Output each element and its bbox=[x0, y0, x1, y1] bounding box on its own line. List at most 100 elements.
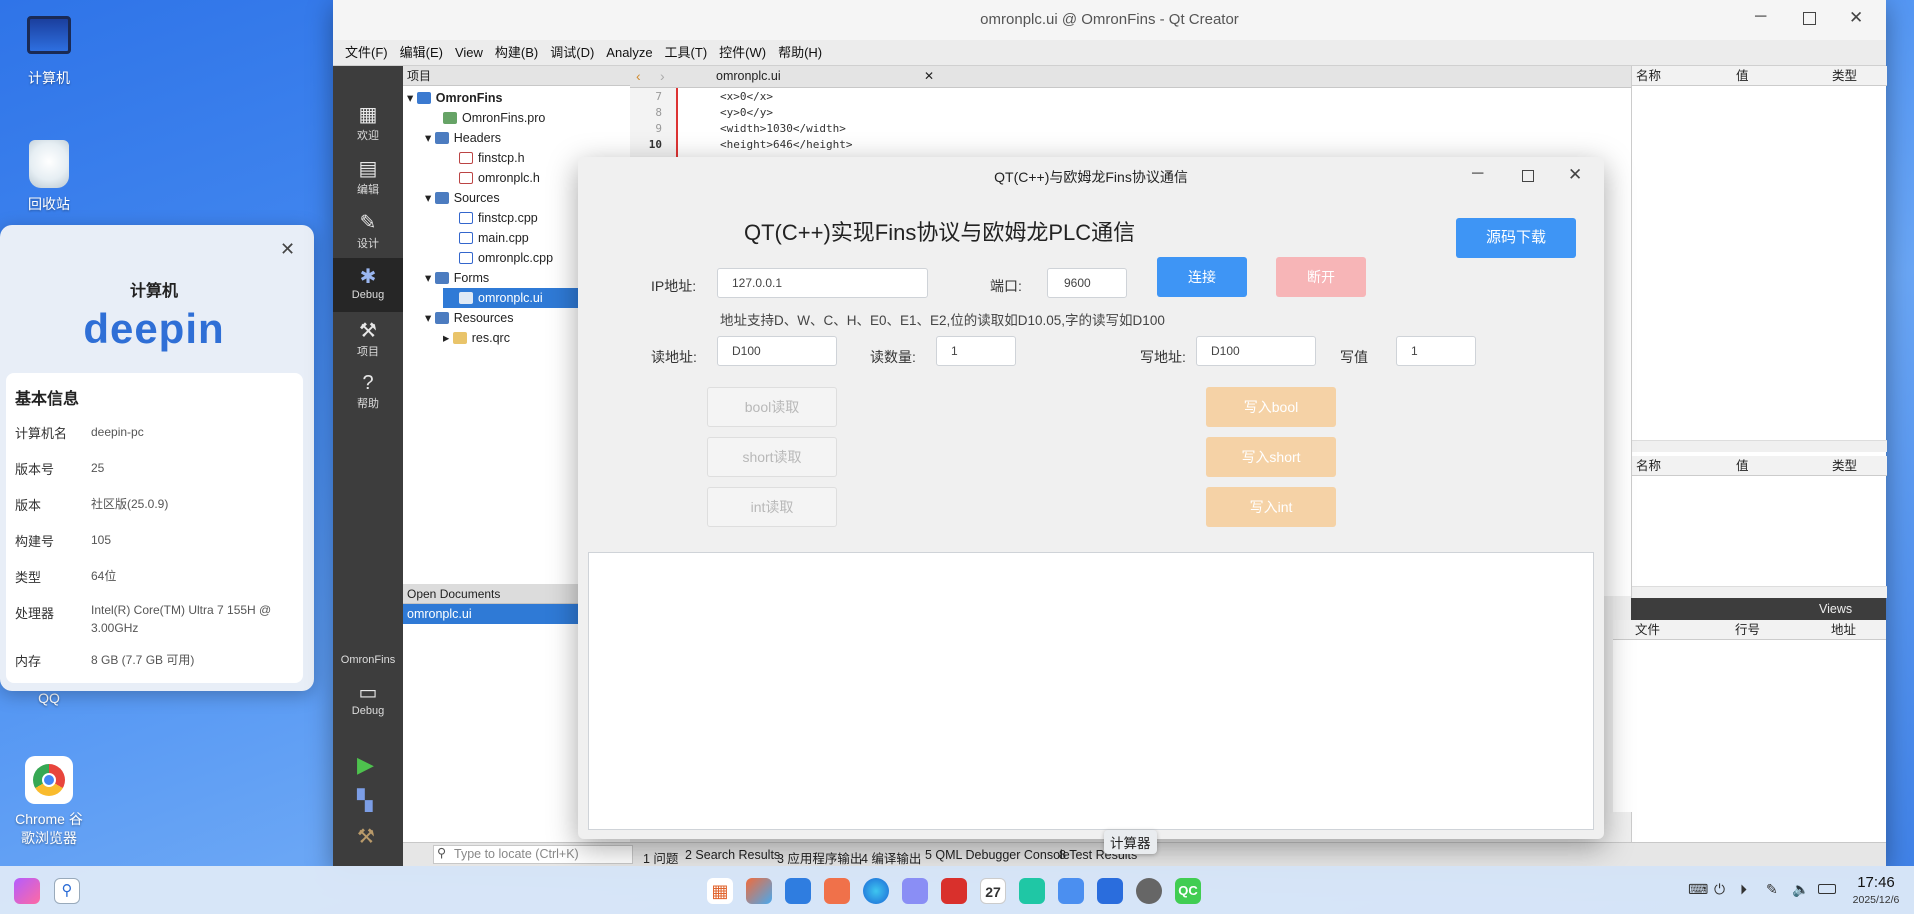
horizontal-scrollbar[interactable] bbox=[1632, 440, 1887, 452]
menu-controls[interactable]: 控件(W) bbox=[713, 40, 772, 66]
mode-debug[interactable]: ✱ Debug bbox=[333, 258, 403, 312]
disconnect-button[interactable]: 断开 bbox=[1276, 257, 1366, 297]
debug-run-icon[interactable]: ▚ bbox=[357, 788, 372, 813]
close-icon[interactable]: ✕ bbox=[280, 239, 295, 260]
menu-edit[interactable]: 编辑(E) bbox=[394, 40, 449, 66]
mode-edit[interactable]: ▤ 编辑 bbox=[333, 150, 403, 204]
write-short-button[interactable]: 写入short bbox=[1206, 437, 1336, 477]
tree-item-forms[interactable]: ▾ Forms bbox=[425, 268, 489, 288]
desktop-icon-qq[interactable]: QQ bbox=[1, 690, 97, 706]
tree-item-sources[interactable]: ▾ Sources bbox=[425, 188, 500, 208]
music-icon[interactable] bbox=[1019, 878, 1045, 904]
tree-item-finstcp-h[interactable]: finstcp.h bbox=[459, 148, 525, 168]
tree-item-omronplc-h[interactable]: omronplc.h bbox=[459, 168, 540, 188]
launcher-icon[interactable] bbox=[14, 878, 40, 904]
build-icon[interactable]: ⚒ bbox=[357, 824, 375, 849]
battery-icon[interactable] bbox=[1818, 884, 1836, 894]
log-output-area[interactable] bbox=[588, 552, 1594, 830]
tree-item-omronplc-cpp[interactable]: omronplc.cpp bbox=[459, 248, 553, 268]
output-tab-qml-console[interactable]: 5 QML Debugger Console bbox=[925, 848, 1070, 862]
tree-item-resources[interactable]: ▾ Resources bbox=[425, 308, 514, 328]
settings-icon[interactable] bbox=[1136, 878, 1162, 904]
close-icon[interactable]: ✕ bbox=[924, 69, 934, 83]
minimize-icon[interactable]: ─ bbox=[1755, 8, 1766, 26]
read-int-button[interactable]: int读取 bbox=[707, 487, 837, 527]
tree-item-pro[interactable]: OmronFins.pro bbox=[443, 108, 545, 128]
chat-icon[interactable] bbox=[1058, 878, 1084, 904]
tree-item-main-cpp[interactable]: main.cpp bbox=[459, 228, 529, 248]
tree-item-res-qrc[interactable]: ▸ res.qrc bbox=[443, 328, 510, 348]
qt-creator-icon[interactable]: QC bbox=[1175, 878, 1201, 904]
read-address-input[interactable]: D100 bbox=[717, 336, 837, 366]
desktop-icon-chrome[interactable]: Chrome 谷 歌浏览器 bbox=[1, 756, 97, 848]
mode-projects[interactable]: ⚒ 项目 bbox=[333, 312, 403, 366]
mode-design[interactable]: ✎ 设计 bbox=[333, 204, 403, 258]
clock-date[interactable]: 2025/12/6 bbox=[1846, 894, 1906, 906]
output-tab-search[interactable]: 2 Search Results bbox=[685, 848, 780, 862]
dialog-title: QT(C++)与欧姆龙Fins协议通信 bbox=[994, 169, 1188, 185]
close-icon[interactable]: ✕ bbox=[1849, 8, 1863, 28]
tree-item-headers[interactable]: ▾ Headers bbox=[425, 128, 501, 148]
kit-selector[interactable]: ▭ Debug bbox=[333, 674, 403, 728]
editor-tab[interactable]: omronplc.ui bbox=[716, 69, 781, 83]
horizontal-scrollbar[interactable] bbox=[1632, 586, 1887, 598]
menu-debug[interactable]: 调试(D) bbox=[544, 40, 600, 66]
views-label[interactable]: Views bbox=[1819, 602, 1852, 616]
desktop-icon-computer[interactable]: 计算机 bbox=[1, 16, 97, 88]
menu-help[interactable]: 帮助(H) bbox=[772, 40, 828, 66]
desktop-icon-trash[interactable]: 回收站 bbox=[1, 140, 97, 214]
kit-project-label: OmronFins bbox=[340, 654, 396, 666]
pen-icon[interactable]: ✎ bbox=[1766, 881, 1778, 898]
media-icon[interactable]: ⏵ bbox=[1740, 881, 1747, 898]
maximize-icon[interactable] bbox=[1803, 12, 1816, 25]
calendar-icon[interactable]: 27 bbox=[980, 878, 1006, 904]
tree-item-omronfins[interactable]: ▾ OmronFins bbox=[407, 88, 502, 108]
source-download-button[interactable]: 源码下载 bbox=[1456, 218, 1576, 258]
clock-time[interactable]: 17:46 bbox=[1846, 874, 1906, 891]
read-short-button[interactable]: short读取 bbox=[707, 437, 837, 477]
browser-icon[interactable] bbox=[863, 878, 889, 904]
line-number: 9 bbox=[655, 122, 662, 135]
run-icon[interactable]: ▶ bbox=[357, 752, 374, 778]
menu-view[interactable]: View bbox=[449, 40, 489, 66]
menu-analyze[interactable]: Analyze bbox=[600, 40, 658, 66]
file-manager-icon[interactable] bbox=[785, 878, 811, 904]
header-file-icon bbox=[459, 152, 473, 164]
maximize-icon[interactable] bbox=[1522, 170, 1534, 182]
locator-input[interactable]: Type to locate (Ctrl+K) bbox=[433, 845, 633, 864]
forward-icon[interactable]: › bbox=[660, 68, 665, 84]
tree-item-finstcp-cpp[interactable]: finstcp.cpp bbox=[459, 208, 538, 228]
close-icon[interactable]: ✕ bbox=[1568, 165, 1582, 185]
multitask-icon[interactable] bbox=[746, 878, 772, 904]
keyboard-icon[interactable]: ⌨ bbox=[1688, 881, 1708, 898]
port-input[interactable]: 9600 bbox=[1047, 268, 1127, 298]
write-bool-button[interactable]: 写入bool bbox=[1206, 387, 1336, 427]
app-store-icon[interactable] bbox=[824, 878, 850, 904]
terminal-icon[interactable] bbox=[941, 878, 967, 904]
minimize-icon[interactable]: ─ bbox=[1472, 165, 1483, 183]
mode-welcome[interactable]: ▦ 欢迎 bbox=[333, 96, 403, 150]
output-tab-issues[interactable]: 1 问题 bbox=[643, 848, 678, 867]
write-value-input[interactable]: 1 bbox=[1396, 336, 1476, 366]
mode-help[interactable]: ? 帮助 bbox=[333, 366, 403, 420]
ip-input[interactable]: 127.0.0.1 bbox=[717, 268, 928, 298]
output-tab-compile[interactable]: 4 编译输出 bbox=[861, 848, 921, 867]
menu-tools[interactable]: 工具(T) bbox=[659, 40, 714, 66]
search-icon[interactable]: ⚲ bbox=[54, 878, 80, 904]
menu-build[interactable]: 构建(B) bbox=[489, 40, 544, 66]
menu-file[interactable]: 文件(F) bbox=[339, 40, 394, 66]
output-tab-app-output[interactable]: 3 应用程序输出 bbox=[777, 848, 862, 867]
volume-icon[interactable]: 🔈 bbox=[1792, 881, 1809, 898]
mail-icon[interactable] bbox=[902, 878, 928, 904]
document-viewer-icon[interactable] bbox=[1097, 878, 1123, 904]
read-count-input[interactable]: 1 bbox=[936, 336, 1016, 366]
back-icon[interactable]: ‹ bbox=[636, 68, 641, 84]
write-value-label: 写值 bbox=[1340, 349, 1368, 365]
read-bool-button[interactable]: bool读取 bbox=[707, 387, 837, 427]
write-address-input[interactable]: D100 bbox=[1196, 336, 1316, 366]
column-header: 文件 bbox=[1635, 623, 1661, 637]
write-int-button[interactable]: 写入int bbox=[1206, 487, 1336, 527]
connect-button[interactable]: 连接 bbox=[1157, 257, 1247, 297]
power-icon[interactable]: ⏻ bbox=[1714, 881, 1725, 898]
app-grid-icon[interactable]: ▦ bbox=[707, 878, 733, 904]
